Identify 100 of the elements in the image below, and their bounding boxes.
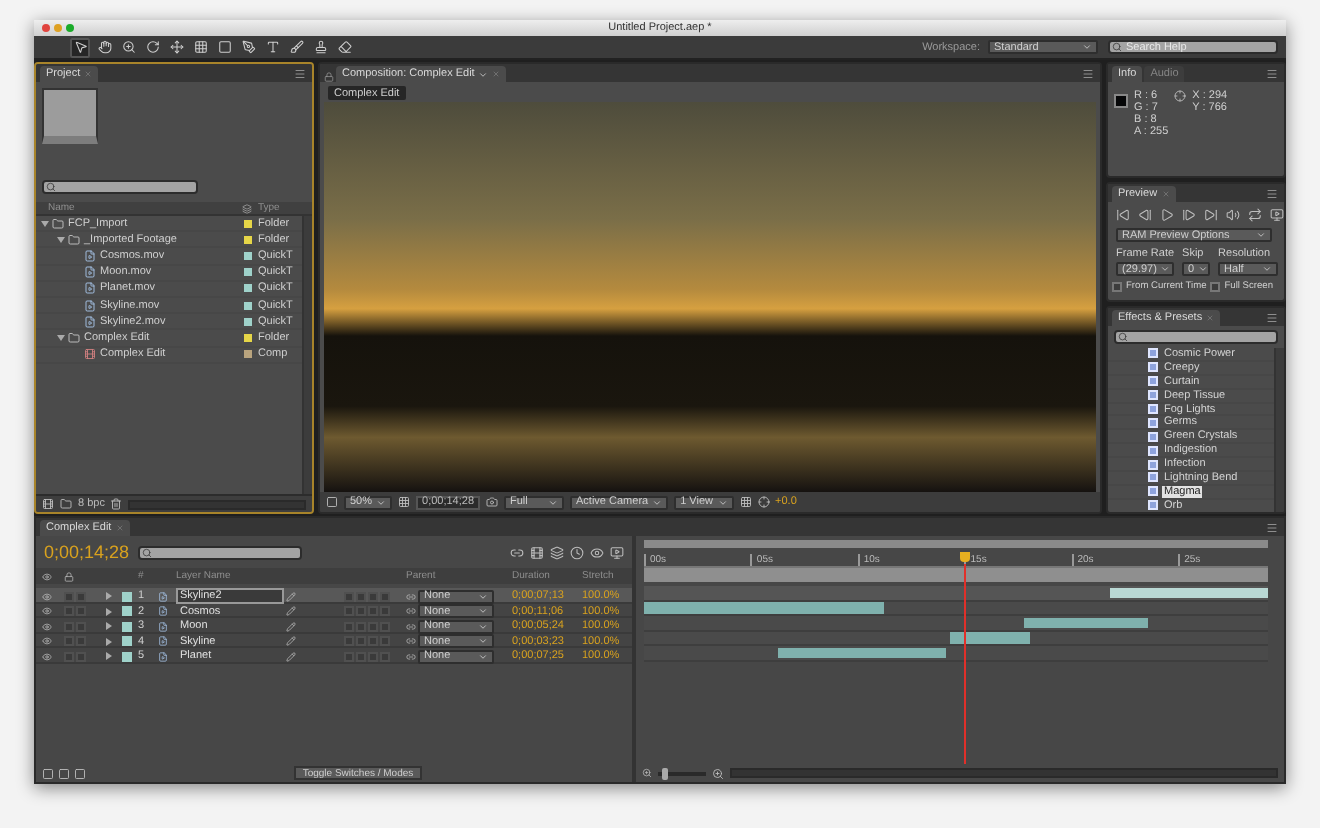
eye-icon[interactable] [42,636,52,646]
switch-box[interactable] [368,591,378,601]
panel-menu-icon[interactable] [1266,521,1278,533]
tool-button[interactable] [94,37,114,57]
checkbox[interactable] [1210,282,1221,292]
tool-button[interactable] [166,37,186,57]
tool-button[interactable] [142,37,162,57]
speaker-icon[interactable] [1226,208,1240,222]
grid-icon[interactable] [739,496,752,508]
switch-box[interactable] [380,591,390,601]
eye-icon[interactable] [42,591,52,601]
pickwhip-icon[interactable] [406,606,416,616]
crosshair-icon[interactable] [757,496,770,508]
expand-triangle[interactable] [41,220,49,227]
pickwhip-icon[interactable] [406,636,416,646]
loop-icon[interactable] [1248,208,1262,222]
search-field[interactable] [42,180,198,194]
square-icon[interactable] [326,496,338,508]
current-time[interactable]: 0;00;14;28 [44,542,130,562]
lock-icon[interactable] [324,72,334,82]
switch-box[interactable] [76,591,86,601]
folder-icon[interactable] [60,498,72,510]
tool-button[interactable] [190,37,210,57]
video-file-icon [84,249,96,262]
composition-icon[interactable] [42,498,54,510]
expand-triangle[interactable] [57,236,65,243]
pencil-icon[interactable] [286,621,296,631]
slider-thumb[interactable] [662,767,669,779]
pickwhip-icon[interactable] [406,651,416,661]
eye-icon[interactable] [590,545,604,559]
layer-duration-bar[interactable] [1024,617,1149,628]
previous-frame-icon[interactable] [1138,208,1152,222]
tool-button[interactable] [286,37,306,57]
ram-preview-icon[interactable] [1270,208,1284,222]
switch-box[interactable] [356,591,366,601]
video-file-icon [158,591,168,601]
hand-icon [97,40,111,54]
play-icon[interactable] [1160,208,1174,222]
panel-menu-icon[interactable] [1266,67,1278,79]
pencil-icon[interactable] [286,606,296,616]
panel-menu-icon[interactable] [1082,67,1094,79]
close-button[interactable] [42,24,50,32]
layer-duration-bar[interactable] [1109,587,1268,598]
pencil-icon[interactable] [286,651,296,661]
lock-icon [64,571,74,581]
caret-icon [478,69,489,79]
panel-menu-icon[interactable] [294,67,306,79]
tool-button[interactable] [334,37,354,57]
tool-button[interactable] [238,37,258,57]
last-frame-icon[interactable] [1204,208,1218,222]
tool-button[interactable] [214,37,234,57]
trash-icon[interactable] [110,498,123,510]
label-swatch [122,591,132,601]
square-icon[interactable] [58,767,70,779]
label-swatch [122,636,132,646]
composition-icon[interactable] [530,545,544,559]
monitor-icon[interactable] [610,545,624,559]
square-icon[interactable] [42,767,54,779]
zoom-button[interactable] [66,24,74,32]
panel-menu-icon[interactable] [1266,311,1278,323]
panel-menu-icon[interactable] [1266,187,1278,199]
clock-icon[interactable] [570,545,584,559]
thumbnail-placeholder [42,88,98,144]
layer-duration-bar[interactable] [778,647,946,658]
video-file-icon [158,636,168,646]
pencil-icon[interactable] [286,636,296,646]
switch-box[interactable] [344,591,354,601]
pencil-icon[interactable] [286,591,296,601]
tool-button[interactable] [310,37,330,57]
tool-button[interactable] [118,37,138,57]
first-frame-icon[interactable] [1116,208,1130,222]
tool-button[interactable] [70,37,90,57]
zoom-in-icon[interactable] [712,767,724,779]
label-swatch [122,621,132,631]
grid-icon[interactable] [398,496,411,508]
camera-icon[interactable] [486,496,499,508]
eye-icon[interactable] [42,621,52,631]
search-field[interactable] [137,545,302,559]
search-field[interactable] [1114,330,1278,344]
eye-icon[interactable] [42,606,52,616]
layers-icon[interactable] [550,545,564,559]
tool-button[interactable] [262,37,282,57]
eye-icon[interactable] [42,651,52,661]
search-icon [1112,42,1122,52]
video-file-icon [158,606,168,616]
eye-icon [42,571,52,581]
pen-icon [241,40,255,54]
square-icon[interactable] [74,767,86,779]
playhead-handle[interactable] [960,552,971,562]
next-frame-icon[interactable] [1182,208,1196,222]
pickwhip-icon[interactable] [406,621,416,631]
text-icon [265,40,279,54]
pickwhip-icon[interactable] [406,591,416,601]
checkbox[interactable] [1112,282,1122,292]
switch-box[interactable] [64,591,74,601]
expand-triangle[interactable] [57,334,65,341]
caret-icon [717,497,728,507]
link-icon[interactable] [510,545,524,559]
caret-icon [376,497,387,507]
layer-duration-bar[interactable] [949,632,1031,643]
